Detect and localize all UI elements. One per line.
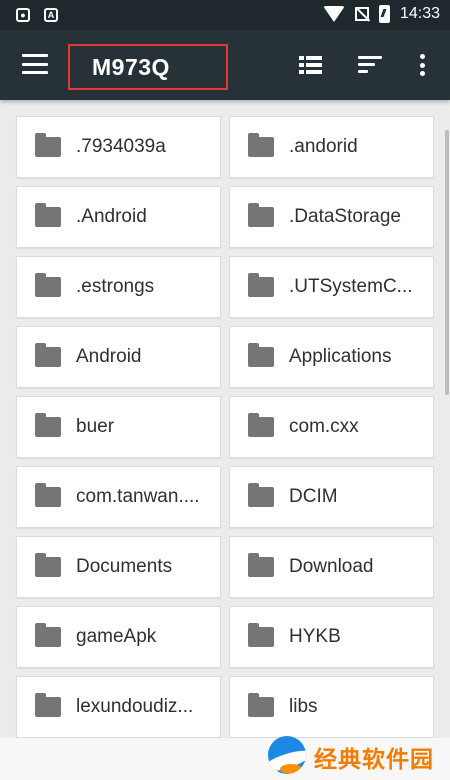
folder-icon bbox=[35, 203, 61, 227]
folder-name: .estrongs bbox=[76, 276, 155, 297]
folder-icon bbox=[35, 343, 61, 367]
folder-name: .andorid bbox=[289, 136, 358, 157]
status-time: 14:33 bbox=[399, 5, 440, 22]
folder-icon bbox=[35, 553, 61, 577]
battery-charging-icon bbox=[378, 5, 390, 23]
folder-item[interactable]: Android bbox=[16, 326, 221, 388]
folder-item[interactable]: Documents bbox=[16, 536, 221, 598]
folder-icon bbox=[35, 273, 61, 297]
folder-item[interactable]: com.tanwan.... bbox=[16, 466, 221, 528]
folder-name: libs bbox=[289, 696, 318, 717]
folder-name: Documents bbox=[76, 556, 173, 577]
folder-icon bbox=[248, 693, 274, 717]
folder-name: com.cxx bbox=[289, 416, 359, 437]
folder-name: buer bbox=[76, 416, 115, 437]
folder-item[interactable]: gameApk bbox=[16, 606, 221, 668]
folder-item[interactable]: .Android bbox=[16, 186, 221, 248]
sort-icon[interactable] bbox=[358, 56, 382, 74]
toolbar: M973Q bbox=[0, 30, 450, 100]
folder-icon bbox=[248, 483, 274, 507]
status-bar: ● A 14:33 bbox=[0, 0, 450, 30]
folder-name: gameApk bbox=[76, 626, 157, 647]
folder-item[interactable]: com.cxx bbox=[229, 396, 434, 458]
folder-name: .DataStorage bbox=[289, 206, 401, 227]
folder-name: Applications bbox=[289, 346, 392, 367]
folder-item[interactable]: .estrongs bbox=[16, 256, 221, 318]
watermark: 经典软件园 bbox=[266, 734, 450, 780]
folder-icon bbox=[35, 413, 61, 437]
status-right-icons: 14:33 bbox=[322, 5, 440, 23]
folder-item[interactable]: lexundoudiz... bbox=[16, 676, 221, 738]
folder-icon bbox=[35, 623, 61, 647]
folder-name: .UTSystemC... bbox=[289, 276, 413, 297]
status-left-icons: ● A bbox=[16, 8, 58, 22]
watermark-text: 经典软件园 bbox=[314, 747, 434, 773]
folder-name: .7934039a bbox=[76, 136, 166, 157]
folder-grid: .7934039a .andorid .Android .DataStorage .es… bbox=[16, 116, 434, 738]
folder-name: Android bbox=[76, 346, 142, 367]
folder-icon bbox=[35, 483, 61, 507]
folder-name: DCIM bbox=[289, 486, 338, 507]
folder-icon bbox=[35, 133, 61, 157]
folder-icon bbox=[35, 693, 61, 717]
folder-icon bbox=[248, 623, 274, 647]
folder-item[interactable]: Download bbox=[229, 536, 434, 598]
folder-icon bbox=[248, 133, 274, 157]
folder-item[interactable]: .UTSystemC... bbox=[229, 256, 434, 318]
folder-item[interactable]: DCIM bbox=[229, 466, 434, 528]
more-vert-icon[interactable] bbox=[417, 54, 427, 76]
folder-item[interactable]: HYKB bbox=[229, 606, 434, 668]
app-a-icon: A bbox=[44, 8, 58, 22]
folder-item[interactable]: .andorid bbox=[229, 116, 434, 178]
title-highlight-box: M973Q bbox=[68, 44, 228, 90]
folder-icon bbox=[248, 413, 274, 437]
shield-icon: ● bbox=[16, 8, 30, 22]
list-view-icon[interactable] bbox=[299, 56, 322, 74]
folder-name: .Android bbox=[76, 206, 147, 227]
folder-name: Download bbox=[289, 556, 374, 577]
folder-name: HYKB bbox=[289, 626, 341, 647]
folder-icon bbox=[248, 343, 274, 367]
folder-item[interactable]: Applications bbox=[229, 326, 434, 388]
folder-item[interactable]: buer bbox=[16, 396, 221, 458]
folder-name: lexundoudiz... bbox=[76, 696, 194, 717]
toolbar-title[interactable]: M973Q bbox=[92, 54, 170, 81]
folder-item[interactable]: libs bbox=[229, 676, 434, 738]
wifi-icon bbox=[322, 6, 345, 22]
folder-icon bbox=[248, 553, 274, 577]
no-signal-icon bbox=[354, 7, 369, 21]
folder-item[interactable]: .DataStorage bbox=[229, 186, 434, 248]
watermark-logo-icon bbox=[268, 736, 306, 774]
folder-item[interactable]: .7934039a bbox=[16, 116, 221, 178]
folder-icon bbox=[248, 203, 274, 227]
hamburger-menu-icon[interactable] bbox=[22, 54, 48, 74]
folder-icon bbox=[248, 273, 274, 297]
scrollbar[interactable] bbox=[445, 130, 449, 395]
folder-name: com.tanwan.... bbox=[76, 486, 200, 507]
